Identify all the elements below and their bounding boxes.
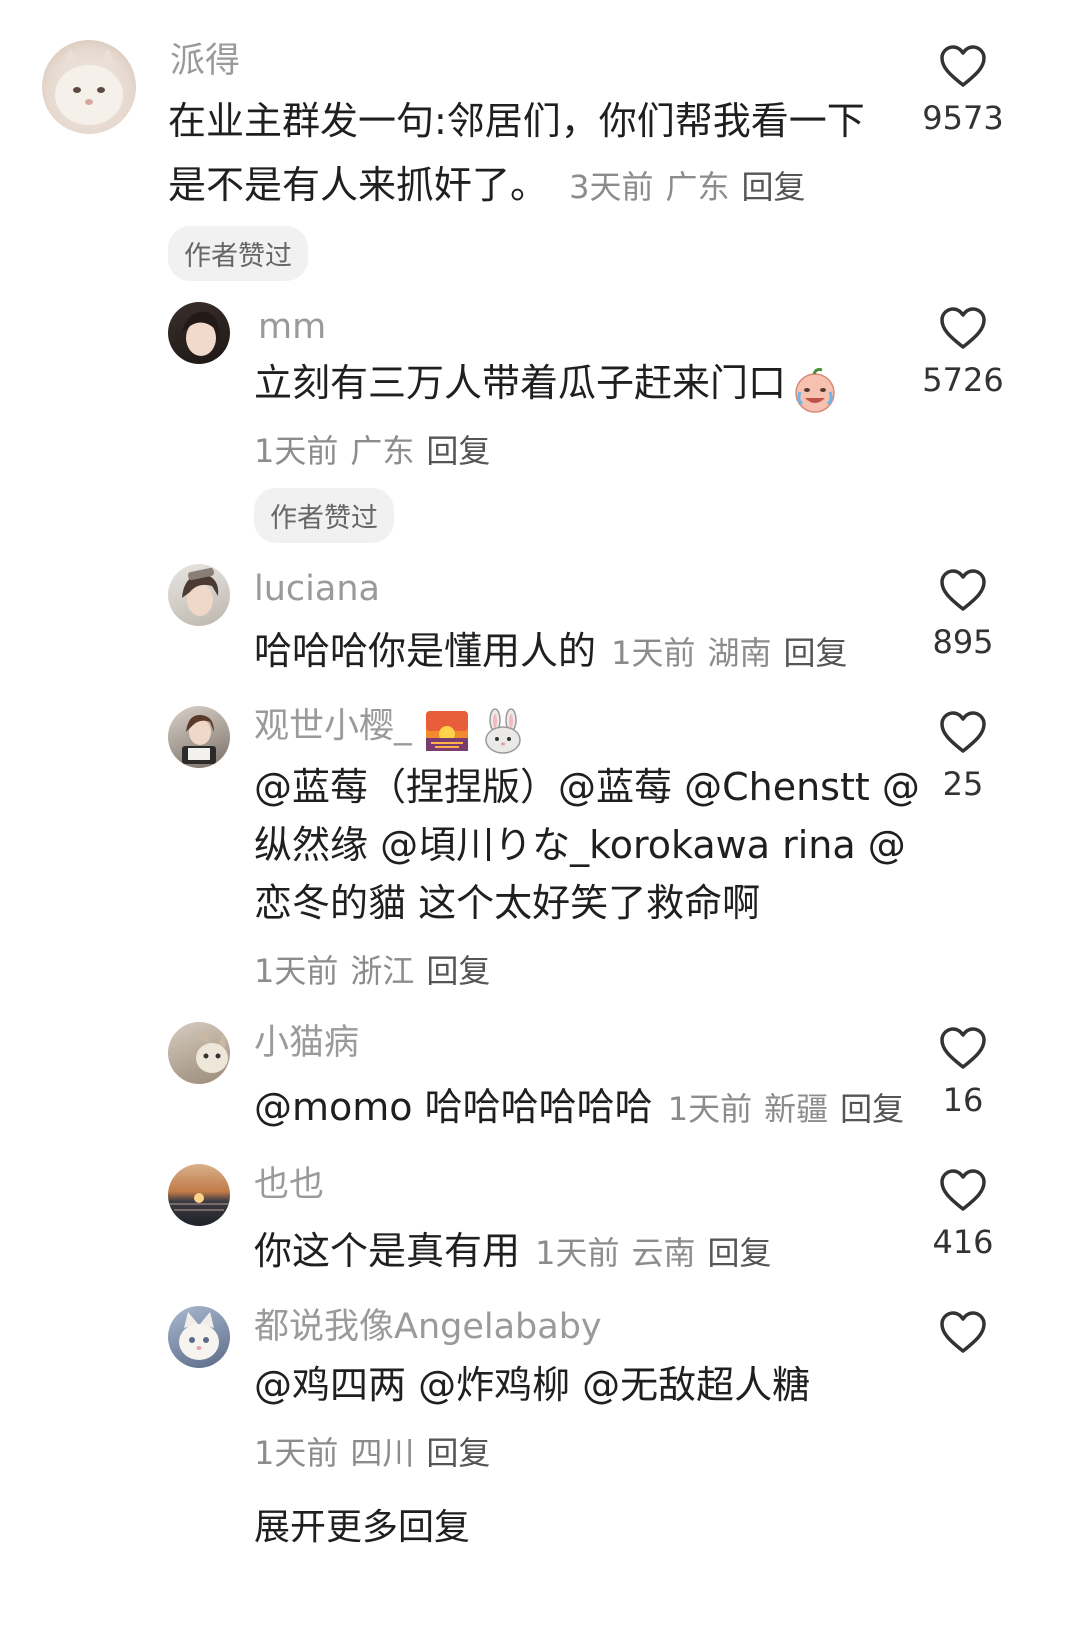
heart-icon[interactable] (939, 1310, 987, 1354)
avatar[interactable] (168, 1164, 230, 1226)
like-button[interactable]: 895 (903, 568, 1023, 658)
heart-icon[interactable] (939, 1026, 987, 1070)
comment-location: 云南 (631, 1234, 696, 1272)
comment-location: 广东 (350, 432, 415, 470)
comment-text: 恋冬的貓 这个太好笑了救命啊 (254, 881, 761, 925)
like-count: 416 (932, 1223, 994, 1261)
reply-button[interactable]: 回复 (840, 1090, 904, 1128)
like-count: 895 (932, 623, 994, 661)
reply-button[interactable]: 回复 (784, 634, 848, 672)
comment-text: @momo 哈哈哈哈哈哈 (254, 1085, 653, 1129)
comment-location: 四川 (350, 1434, 415, 1472)
comment-text: 在业主群发一句:邻居们，你们帮我看一下 (168, 99, 865, 143)
heart-icon[interactable] (939, 568, 987, 612)
sunset-sea-avatar-icon (168, 1193, 230, 1211)
like-button[interactable]: 25 (903, 710, 1023, 800)
girl-avatar-icon (182, 311, 219, 356)
comment-time: 1天前 (254, 952, 339, 990)
avatar[interactable] (168, 564, 230, 626)
comment-author[interactable]: mm (258, 310, 326, 345)
crying-laughing-emoji-icon (791, 366, 839, 418)
white-cat-avatar-icon (179, 1312, 219, 1360)
comment-text: 哈哈哈你是懂用人的 (254, 629, 597, 673)
avatar[interactable] (168, 706, 230, 768)
cat-avatar-icon (196, 1028, 228, 1073)
heart-icon[interactable] (939, 1168, 987, 1212)
reply-button[interactable]: 回复 (426, 1434, 490, 1472)
sunset-emoji-icon (425, 710, 469, 756)
reply-button[interactable]: 回复 (708, 1234, 772, 1272)
comment-text: 是不是有人来抓奸了。 (168, 163, 549, 207)
comment-text: @鸡四两 @炸鸡柳 @无敌超人糖 (254, 1363, 811, 1407)
avatar[interactable] (42, 40, 136, 134)
comment-author[interactable]: 观世小樱_ (254, 707, 412, 747)
like-button[interactable] (903, 1310, 1023, 1354)
reply-button[interactable]: 回复 (426, 432, 490, 470)
comment-author[interactable]: luciana (254, 572, 380, 607)
comment-location: 广东 (665, 168, 730, 206)
like-button[interactable]: 16 (903, 1026, 1023, 1116)
comment-text: @蓝莓（捏捏版）@蓝莓 @Chenstt @ (254, 765, 920, 809)
heart-icon[interactable] (939, 306, 987, 350)
reply-button[interactable]: 回复 (742, 168, 806, 206)
like-button[interactable]: 5726 (903, 306, 1023, 396)
comment-time: 1天前 (667, 1090, 753, 1128)
comment-text: 你这个是真有用 (254, 1229, 521, 1273)
portrait-avatar-icon (182, 567, 219, 616)
author-liked-badge: 作者赞过 (254, 488, 394, 543)
avatar[interactable] (168, 1022, 230, 1084)
reading-girl-avatar-icon (182, 714, 216, 764)
cat-avatar-icon (55, 48, 123, 125)
comment-author[interactable]: 小猫病 (254, 1026, 359, 1061)
comment-author[interactable]: 派得 (170, 44, 240, 79)
comment-text: 纵然缘 @頃川りな_korokawa rina @ (254, 823, 906, 867)
author-liked-badge: 作者赞过 (168, 226, 308, 281)
rabbit-emoji-icon (482, 708, 524, 758)
like-button[interactable]: 9573 (903, 44, 1023, 134)
comment-author[interactable]: 都说我像Angelababy (254, 1310, 602, 1345)
like-count: 5726 (922, 361, 1004, 399)
comment-time: 1天前 (254, 1434, 339, 1472)
comment-time: 1天前 (611, 634, 696, 672)
comment-time: 1天前 (535, 1234, 620, 1272)
comment-time: 3天前 (569, 168, 654, 206)
comment-time: 1天前 (254, 432, 339, 470)
heart-icon[interactable] (939, 710, 987, 754)
like-count: 25 (942, 765, 984, 803)
comment-location: 浙江 (350, 952, 415, 990)
avatar[interactable] (168, 302, 230, 364)
comment-location: 湖南 (707, 634, 772, 672)
reply-button[interactable]: 回复 (426, 952, 490, 990)
comment-location: 新疆 (764, 1090, 829, 1128)
like-button[interactable]: 416 (903, 1168, 1023, 1258)
comment-text: 立刻有三万人带着瓜子赶来门口 (254, 361, 787, 405)
heart-icon[interactable] (939, 44, 987, 88)
like-count: 16 (942, 1081, 984, 1119)
comment-author[interactable]: 也也 (254, 1168, 324, 1203)
avatar[interactable] (168, 1306, 230, 1368)
expand-more-replies[interactable]: 展开更多回复 (254, 1498, 470, 1550)
like-count: 9573 (922, 99, 1004, 137)
